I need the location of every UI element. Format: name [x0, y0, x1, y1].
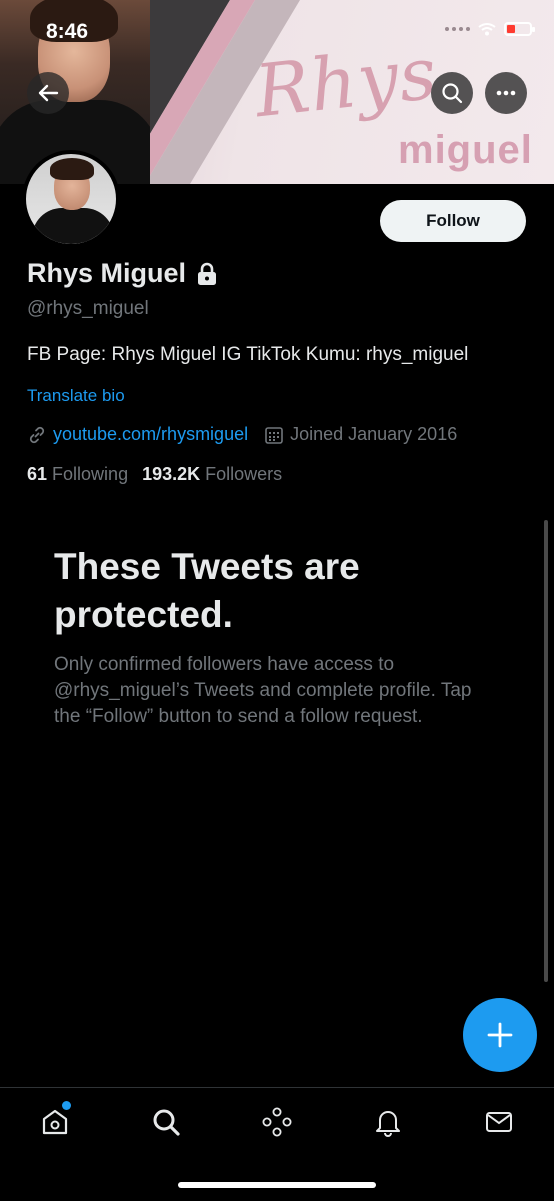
nav-spaces[interactable] — [261, 1106, 293, 1138]
more-button[interactable] — [485, 72, 527, 114]
nav-notifications[interactable] — [372, 1106, 404, 1138]
status-icons — [445, 22, 535, 36]
translate-bio-link[interactable]: Translate bio — [27, 386, 125, 406]
following-stat[interactable]: 61 Following — [27, 464, 128, 485]
followers-label: Followers — [205, 464, 283, 484]
mail-icon — [486, 1112, 512, 1132]
nav-messages[interactable] — [483, 1106, 515, 1138]
followers-stat[interactable]: 193.2K Followers — [142, 464, 282, 485]
more-icon — [496, 90, 516, 96]
following-label: Following — [52, 464, 129, 484]
battery-icon — [504, 22, 535, 36]
search-icon — [442, 83, 463, 104]
handle: @rhys_miguel — [27, 298, 149, 319]
avatar[interactable] — [22, 150, 120, 248]
nav-search[interactable] — [150, 1106, 182, 1138]
signal-icon — [445, 27, 470, 31]
display-name: Rhys Miguel — [27, 258, 187, 288]
following-count: 61 — [27, 464, 48, 484]
display-name-row: Rhys Miguel — [27, 258, 218, 289]
home-notification-dot — [62, 1101, 71, 1110]
link-icon — [29, 426, 45, 443]
follow-stats: 61 Following 193.2K Followers — [27, 464, 282, 485]
website-link[interactable]: youtube.com/rhysmiguel — [53, 424, 248, 445]
bio: FB Page: Rhys Miguel IG TikTok Kumu: rhy… — [27, 344, 469, 365]
followers-count: 193.2K — [142, 464, 201, 484]
search-icon — [153, 1109, 180, 1136]
protected-body: Only confirmed followers have access to … — [54, 654, 472, 727]
nav-home[interactable] — [39, 1106, 71, 1138]
profile-meta: youtube.com/rhysmiguel Joined January 20… — [27, 424, 457, 445]
wifi-icon — [478, 23, 496, 36]
lock-icon — [198, 262, 217, 285]
bell-icon — [376, 1111, 400, 1137]
back-button[interactable] — [27, 72, 69, 114]
scrollbar[interactable] — [544, 520, 548, 982]
follow-button[interactable]: Follow — [380, 200, 526, 242]
compose-tweet-button[interactable] — [463, 998, 537, 1072]
protected-title: These Tweets are protected. — [54, 546, 360, 635]
calendar-icon — [265, 426, 283, 444]
plus-icon — [487, 1022, 513, 1048]
joined-date: Joined January 2016 — [290, 424, 458, 444]
home-icon — [42, 1109, 68, 1135]
spaces-icon — [262, 1107, 292, 1137]
status-time: 8:46 — [46, 20, 89, 43]
back-arrow-icon — [38, 84, 59, 102]
home-indicator[interactable] — [178, 1182, 376, 1188]
banner-name-text: miguel — [398, 128, 533, 172]
search-button[interactable] — [431, 72, 473, 114]
